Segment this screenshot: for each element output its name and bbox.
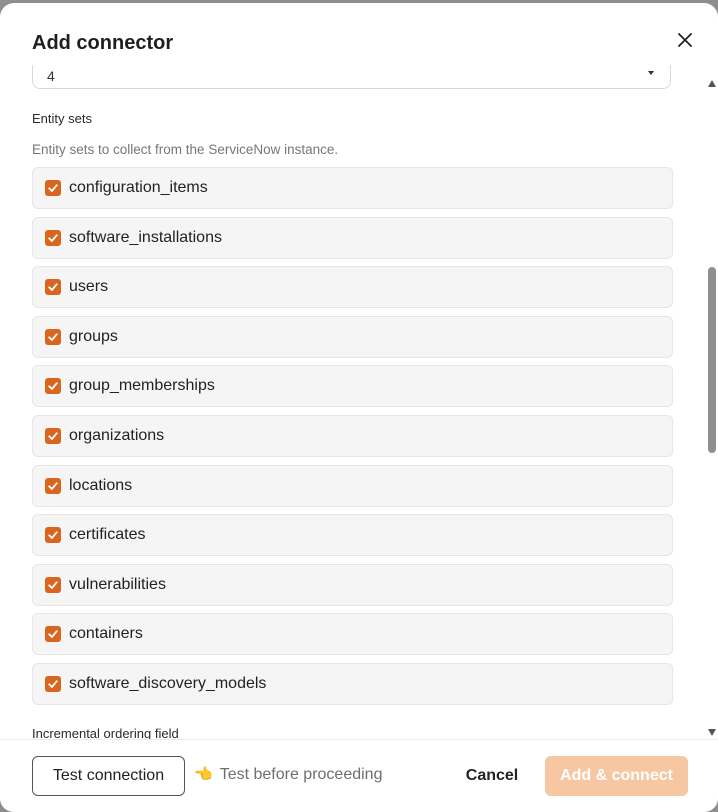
entity-set-label: locations bbox=[69, 476, 133, 494]
entity-set-item[interactable]: software_installations bbox=[32, 216, 673, 259]
entity-set-label: software_installations bbox=[69, 228, 222, 246]
dialog-title: Add connector bbox=[32, 32, 174, 54]
scroll-up-arrow-icon[interactable] bbox=[708, 80, 716, 87]
checkbox[interactable] bbox=[45, 477, 61, 494]
entity-set-item[interactable]: organizations bbox=[32, 414, 673, 457]
entity-sets-description: Entity sets to collect from the ServiceN… bbox=[32, 142, 339, 157]
checkbox[interactable] bbox=[45, 427, 61, 444]
test-connection-button[interactable]: Test connection bbox=[32, 756, 185, 796]
test-hint: 👈 Test before proceeding bbox=[194, 766, 382, 784]
entity-set-item[interactable]: software_discovery_models bbox=[32, 662, 673, 705]
checkbox[interactable] bbox=[45, 527, 61, 544]
check-icon bbox=[48, 382, 58, 391]
check-icon bbox=[48, 680, 58, 688]
add-connect-button[interactable]: Add & connect bbox=[545, 756, 688, 796]
checkbox[interactable] bbox=[45, 229, 61, 246]
test-hint-text: Test before proceeding bbox=[219, 766, 383, 783]
checkbox[interactable] bbox=[45, 279, 61, 296]
check-icon bbox=[48, 283, 58, 292]
entity-set-item[interactable]: group_memberships bbox=[32, 365, 673, 408]
check-icon bbox=[48, 432, 58, 440]
entity-set-label: vulnerabilities bbox=[69, 575, 166, 593]
entity-set-label: configuration_items bbox=[69, 179, 208, 196]
checkbox[interactable] bbox=[45, 378, 61, 395]
entity-set-label: containers bbox=[69, 625, 143, 643]
entity-set-item[interactable]: certificates bbox=[32, 514, 673, 557]
add-connector-dialog: Add connector 4 Entity sets Entity sets … bbox=[0, 3, 718, 812]
dialog-footer: Test connection 👈 Test before proceeding… bbox=[0, 739, 718, 812]
check-icon bbox=[48, 531, 58, 540]
checkbox[interactable] bbox=[45, 626, 61, 643]
scrollbar-thumb[interactable] bbox=[708, 267, 716, 453]
entity-set-item[interactable]: groups bbox=[32, 315, 673, 358]
entity-set-item[interactable]: configuration_items bbox=[32, 167, 673, 209]
entity-set-label: users bbox=[69, 278, 109, 296]
scroll-down-arrow-icon[interactable] bbox=[708, 729, 716, 736]
entity-set-label: organizations bbox=[69, 426, 165, 444]
previous-select-value: 4 bbox=[47, 68, 55, 84]
entity-sets-label: Entity sets bbox=[32, 111, 92, 126]
check-icon bbox=[48, 333, 58, 341]
previous-select-field[interactable]: 4 bbox=[32, 65, 671, 89]
dialog-body: 4 Entity sets Entity sets to collect fro… bbox=[0, 65, 706, 739]
incremental-ordering-label: Incremental ordering field bbox=[32, 726, 179, 739]
close-icon bbox=[678, 33, 692, 47]
close-button[interactable] bbox=[672, 27, 698, 53]
scrollbar[interactable] bbox=[706, 65, 718, 739]
entity-sets-list: configuration_items software_installation… bbox=[32, 167, 673, 713]
entity-set-item[interactable]: users bbox=[32, 266, 673, 309]
check-icon bbox=[48, 630, 58, 639]
checkbox[interactable] bbox=[45, 328, 61, 345]
entity-set-item[interactable]: locations bbox=[32, 464, 673, 507]
pointing-hand-icon: 👈 bbox=[194, 766, 213, 783]
check-icon bbox=[48, 481, 58, 490]
entity-set-item[interactable]: vulnerabilities bbox=[32, 563, 673, 606]
entity-set-label: certificates bbox=[69, 526, 146, 544]
check-icon bbox=[48, 581, 58, 589]
checkbox[interactable] bbox=[45, 180, 61, 196]
check-icon bbox=[48, 233, 58, 242]
checkbox[interactable] bbox=[45, 576, 61, 593]
cancel-button[interactable]: Cancel bbox=[458, 756, 526, 796]
check-icon bbox=[48, 184, 58, 192]
chevron-down-icon bbox=[648, 71, 654, 75]
entity-set-label: software_discovery_models bbox=[69, 674, 267, 692]
entity-set-label: groups bbox=[69, 327, 118, 345]
entity-set-label: group_memberships bbox=[69, 377, 215, 395]
entity-set-item[interactable]: containers bbox=[32, 613, 673, 656]
checkbox[interactable] bbox=[45, 675, 61, 692]
